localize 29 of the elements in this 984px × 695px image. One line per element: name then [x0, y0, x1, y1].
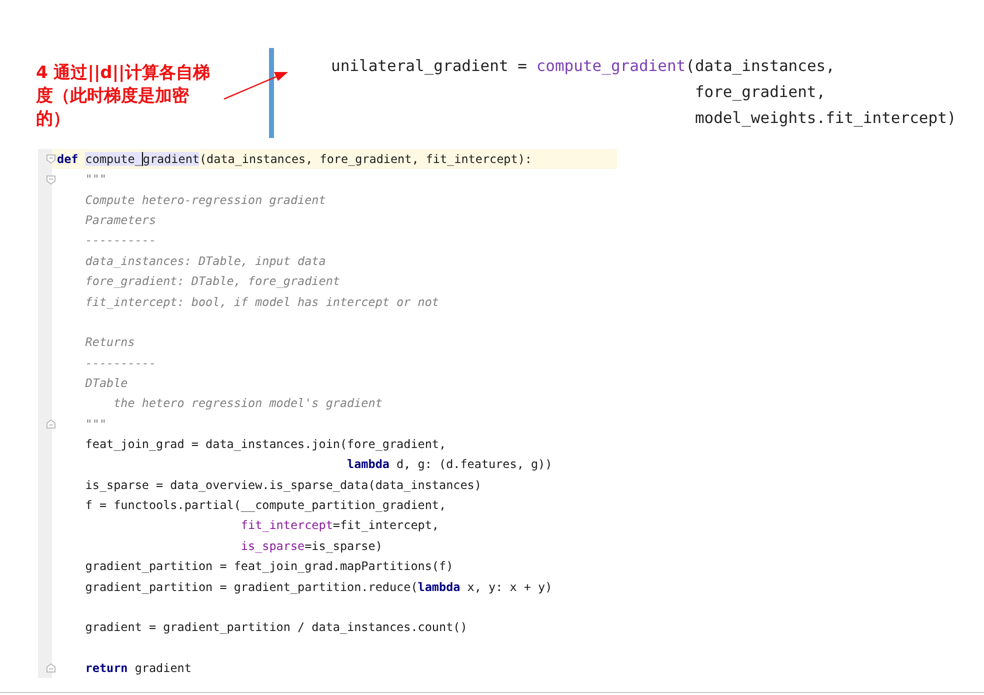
fold-icon[interactable] [46, 663, 56, 674]
code-line: is_sparse=is_sparse) [240, 538, 384, 555]
code-line: f = functools.partial(__compute_partition_gradient, [84, 497, 448, 514]
code-line: the hetero regression model's gradient [112, 395, 384, 412]
code-line: DTable [84, 374, 129, 392]
code-line: is_sparse = data_overview.is_sparse_data(data_instances) [84, 476, 482, 494]
code-line: unilateral_gradient = compute_gradient(data_instances, [331, 56, 836, 77]
code-line: """ [84, 171, 108, 188]
code-line: fit_intercept=fit_intercept, [240, 517, 440, 534]
code-line: data_instances: DTable, input data [84, 252, 327, 270]
code-line: fit_intercept: bool, if model has intercept or not [84, 294, 440, 311]
code-line: return gradient [84, 660, 192, 677]
fold-icon[interactable] [46, 154, 56, 164]
code-line: fore_gradient, [694, 82, 827, 103]
code-line: model_weights.fit_intercept) [694, 108, 956, 129]
code-line: Compute hetero-regression gradient [84, 192, 327, 209]
code-line: ---------- [84, 232, 158, 250]
code-line: """ [84, 416, 108, 433]
code-line: feat_join_grad = data_instances.join(fore_gradient, [84, 436, 448, 454]
annotation-text: 4 通过||d||计算各自梯度（此时梯度是加密的） [36, 62, 211, 131]
code-line: lambda d, g: (d.features, g)) [346, 456, 554, 474]
code-line: Returns [84, 334, 136, 352]
code-line: gradient_partition = feat_join_grad.mapPartitions(f) [84, 558, 454, 576]
code-line: ---------- [84, 354, 158, 372]
code-line: Parameters [84, 212, 158, 230]
code-line: fore_gradient: DTable, fore_gradient [84, 273, 341, 290]
fold-icon[interactable] [46, 174, 56, 185]
code-line: gradient_partition = gradient_partition.reduce(lambda x, y: x + y) [84, 578, 554, 596]
code-line: gradient = gradient_partition / data_instances.count() [84, 619, 468, 636]
